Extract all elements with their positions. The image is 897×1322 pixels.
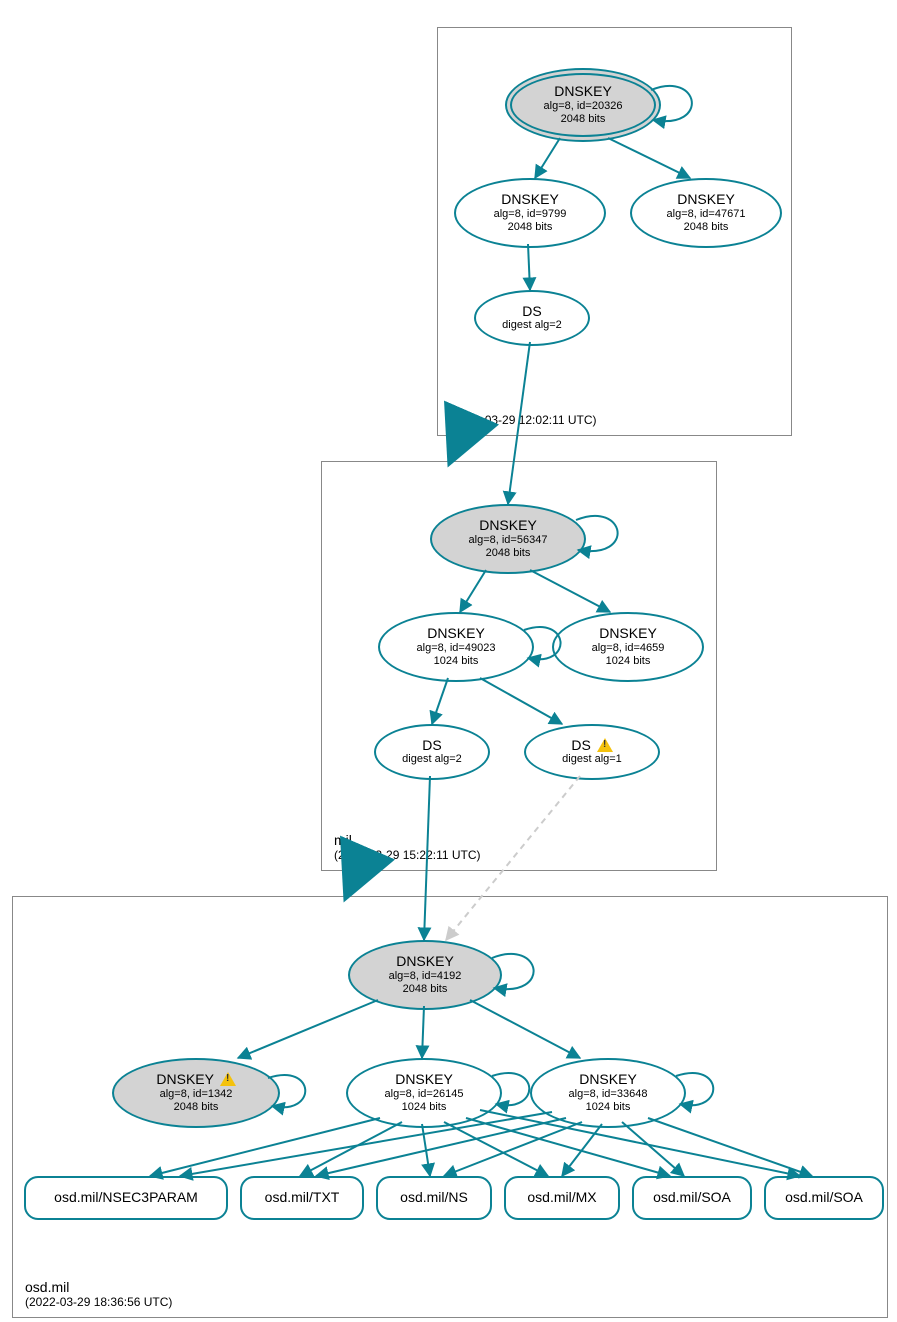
node-title: DNSKEY [432,518,584,533]
node-sub1: alg=8, id=1342 [114,1088,278,1101]
osd-ksk-dnskey: DNSKEY alg=8, id=4192 2048 bits [348,940,502,1010]
mil-ds-alg1: DS digest alg=1 [524,724,660,780]
node-title: DNSKEY [554,626,702,641]
rrset-label: osd.mil/MX [506,1190,618,1205]
mil-ds-alg2: DS digest alg=2 [374,724,490,780]
node-title: DS [476,304,588,319]
node-title: DS [376,738,488,753]
rrset-txt: osd.mil/TXT [240,1176,364,1220]
node-sub1: digest alg=1 [526,753,658,766]
node-title: DNSKEY [380,626,532,641]
zone-osd-name: osd.mil [25,1279,172,1295]
node-sub2: 2048 bits [456,221,604,234]
root-zsk-47671: DNSKEY alg=8, id=47671 2048 bits [630,178,782,248]
node-title: DNSKEY [114,1072,278,1087]
rrset-label: osd.mil/TXT [242,1190,362,1205]
osd-key-1342: DNSKEY alg=8, id=1342 2048 bits [112,1058,280,1128]
node-sub1: alg=8, id=9799 [456,208,604,221]
zone-root-ts: (2022-03-29 12:02:11 UTC) [450,413,597,427]
rrset-label: osd.mil/NS [378,1190,490,1205]
mil-ksk-dnskey: DNSKEY alg=8, id=56347 2048 bits [430,504,586,574]
warning-icon [220,1072,236,1086]
node-sub1: alg=8, id=56347 [432,534,584,547]
zone-mil-ts: (2022-03-29 15:22:11 UTC) [334,848,481,862]
rrset-label: osd.mil/NSEC3PARAM [26,1190,226,1205]
node-sub2: 2048 bits [632,221,780,234]
node-sub1: alg=8, id=4192 [350,970,500,983]
node-sub1: alg=8, id=20326 [507,100,659,113]
rrset-soa-1: osd.mil/SOA [632,1176,752,1220]
mil-zsk-4659: DNSKEY alg=8, id=4659 1024 bits [552,612,704,682]
node-sub2: 1024 bits [554,655,702,668]
node-title: DS [526,738,658,753]
rrset-label: osd.mil/SOA [766,1190,882,1205]
node-sub1: alg=8, id=49023 [380,642,532,655]
node-sub1: alg=8, id=26145 [348,1088,500,1101]
node-title: DNSKEY [456,192,604,207]
node-sub2: 2048 bits [507,113,659,126]
rrset-ns: osd.mil/NS [376,1176,492,1220]
node-sub1: alg=8, id=47671 [632,208,780,221]
node-sub1: alg=8, id=4659 [554,642,702,655]
osd-zsk-26145: DNSKEY alg=8, id=26145 1024 bits [346,1058,502,1128]
root-zsk-9799: DNSKEY alg=8, id=9799 2048 bits [454,178,606,248]
node-title: DNSKEY [350,954,500,969]
rrset-label: osd.mil/SOA [634,1190,750,1205]
node-sub2: 1024 bits [380,655,532,668]
node-title: DNSKEY [348,1072,500,1087]
zone-mil-name: mil [334,832,481,848]
node-title: DNSKEY [532,1072,684,1087]
node-sub2: 2048 bits [114,1101,278,1114]
node-title: DNSKEY [632,192,780,207]
mil-zsk-49023: DNSKEY alg=8, id=49023 1024 bits [378,612,534,682]
osd-zsk-33648: DNSKEY alg=8, id=33648 1024 bits [530,1058,686,1128]
node-sub1: digest alg=2 [476,319,588,332]
node-sub1: alg=8, id=33648 [532,1088,684,1101]
node-sub2: 1024 bits [348,1101,500,1114]
rrset-soa-2: osd.mil/SOA [764,1176,884,1220]
zone-osd-ts: (2022-03-29 18:36:56 UTC) [25,1295,172,1309]
rrset-mx: osd.mil/MX [504,1176,620,1220]
root-ds: DS digest alg=2 [474,290,590,346]
warning-icon [597,738,613,752]
rrset-nsec3param: osd.mil/NSEC3PARAM [24,1176,228,1220]
zone-root-name: . [450,397,597,413]
node-sub2: 2048 bits [350,983,500,996]
node-title: DNSKEY [507,84,659,99]
node-sub2: 1024 bits [532,1101,684,1114]
node-sub1: digest alg=2 [376,753,488,766]
node-sub2: 2048 bits [432,547,584,560]
root-ksk-dnskey: DNSKEY alg=8, id=20326 2048 bits [505,68,661,142]
